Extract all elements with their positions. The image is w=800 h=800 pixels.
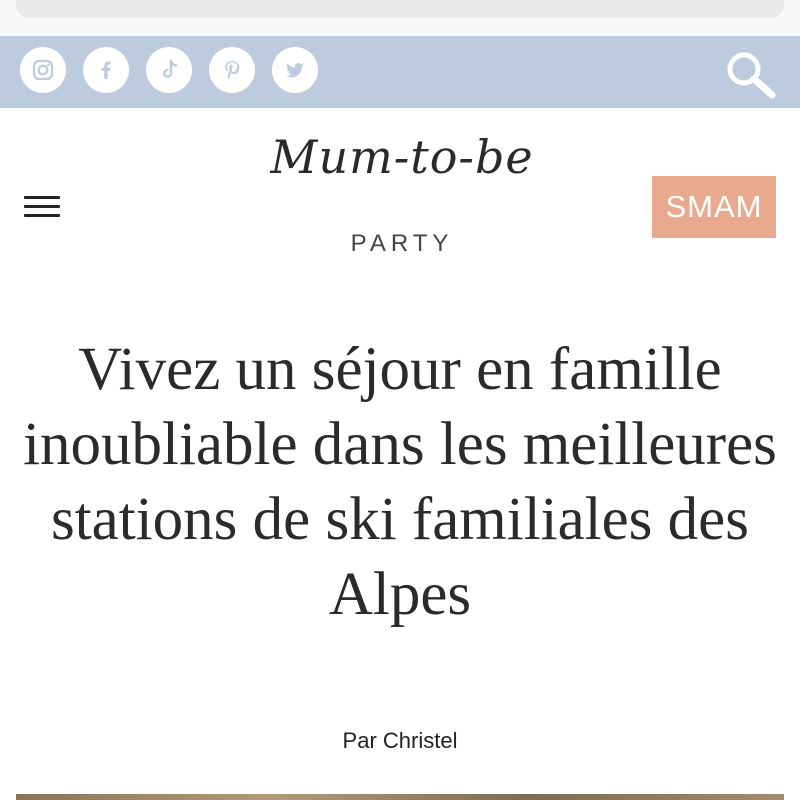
hero-image <box>16 794 784 800</box>
site-logo[interactable]: Mum-to-be PARTY <box>232 130 572 270</box>
browser-url-bar[interactable] <box>16 0 784 18</box>
article-title: Vivez un séjour en famille inoubliable d… <box>23 336 777 628</box>
hamburger-menu-icon[interactable] <box>24 196 60 222</box>
twitter-icon[interactable] <box>272 47 318 93</box>
logo-subtitle: PARTY <box>350 230 454 257</box>
smam-button[interactable]: SMAM <box>652 176 776 238</box>
facebook-icon[interactable] <box>83 47 129 93</box>
instagram-icon[interactable] <box>20 47 66 93</box>
pinterest-icon[interactable] <box>209 47 255 93</box>
tiktok-icon[interactable] <box>146 47 192 93</box>
article-author[interactable]: Par Christel <box>0 728 800 754</box>
browser-url-bar-area <box>0 0 800 36</box>
search-icon[interactable] <box>722 48 778 100</box>
logo-script-text: Mum-to-be <box>270 130 534 184</box>
